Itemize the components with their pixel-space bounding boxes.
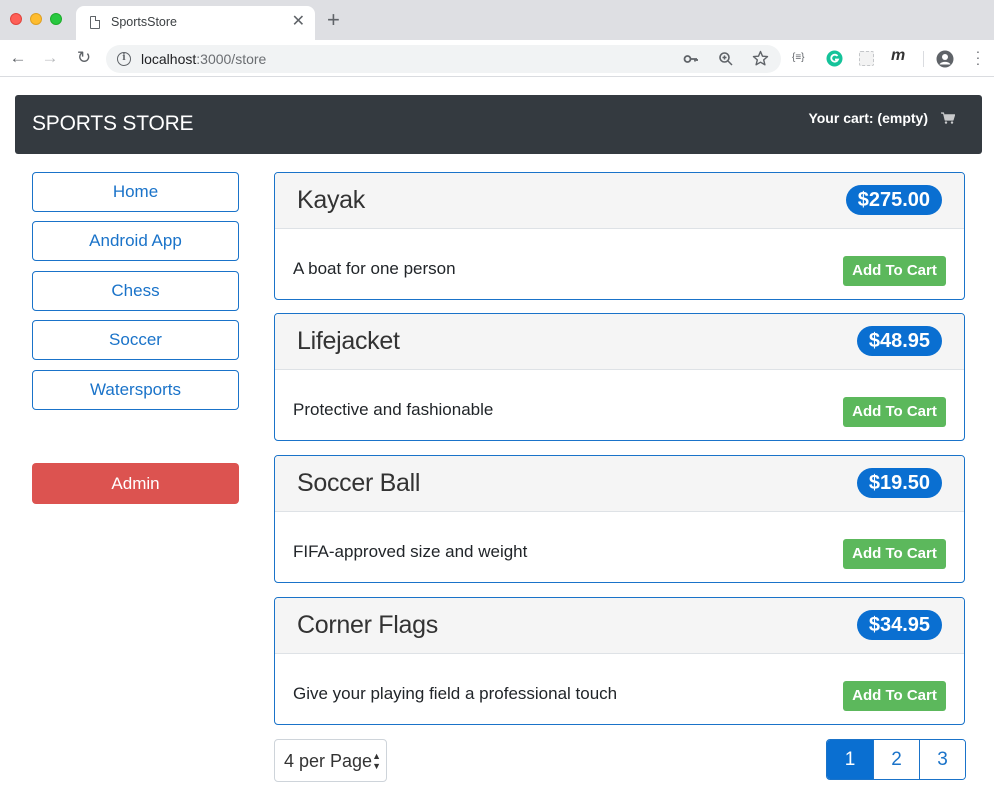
- product-card-header: Lifejacket $48.95: [275, 314, 964, 370]
- product-card: Lifejacket $48.95 Protective and fashion…: [274, 313, 965, 441]
- browser-toolbar: ← → ↻ i localhost:3000/store {≡} m · · ·: [0, 40, 994, 77]
- price-badge: $275.00: [845, 185, 942, 215]
- product-name: Kayak: [297, 186, 365, 214]
- tab-title: SportsStore: [111, 15, 178, 29]
- extension-placeholder-icon[interactable]: [859, 51, 874, 66]
- zoom-icon[interactable]: [718, 51, 734, 67]
- cart-summary[interactable]: Your cart: (empty): [808, 110, 928, 126]
- product-description: A boat for one person: [293, 259, 456, 278]
- new-tab-icon[interactable]: +: [327, 9, 340, 31]
- close-window-button[interactable]: [10, 13, 22, 25]
- product-name: Corner Flags: [297, 611, 438, 639]
- minimize-window-button[interactable]: [30, 13, 42, 25]
- star-icon[interactable]: [752, 50, 769, 67]
- product-name: Lifejacket: [297, 327, 400, 355]
- toolbar-divider: [923, 51, 924, 67]
- cart-icon[interactable]: [941, 112, 955, 124]
- select-arrows-icon: ▲ ▼: [372, 751, 381, 771]
- browser-tabstrip: SportsStore ✕ +: [0, 0, 994, 40]
- product-description: Give your playing field a professional t…: [293, 684, 618, 703]
- add-to-cart-button[interactable]: Add To Cart: [843, 539, 946, 569]
- product-card: Kayak $275.00 A boat for one person Add …: [274, 172, 965, 300]
- per-page-value: 4 per Page: [284, 751, 373, 771]
- product-card: Soccer Ball $19.50 FIFA-approved size an…: [274, 455, 965, 583]
- product-description: Protective and fashionable: [293, 400, 494, 419]
- m-extension-icon[interactable]: m: [891, 48, 905, 64]
- menu-icon[interactable]: · · ·: [974, 44, 982, 70]
- address-bar[interactable]: i localhost:3000/store: [106, 45, 781, 73]
- json-extension-icon[interactable]: {≡}: [792, 50, 805, 66]
- brand-title[interactable]: SPORTS STORE: [32, 112, 194, 136]
- info-icon[interactable]: i: [117, 52, 131, 66]
- profile-icon[interactable]: [936, 50, 954, 68]
- category-android-app-button[interactable]: Android App: [32, 221, 239, 261]
- page-2-button[interactable]: 2: [873, 740, 919, 779]
- page-1-button[interactable]: 1: [827, 740, 873, 779]
- per-page-select[interactable]: 4 per Page ▲ ▼: [274, 739, 387, 782]
- product-card-header: Kayak $275.00: [275, 173, 964, 229]
- admin-button[interactable]: Admin: [32, 463, 239, 504]
- close-tab-icon[interactable]: ✕: [292, 13, 305, 31]
- url-text: localhost:3000/store: [141, 51, 267, 67]
- add-to-cart-button[interactable]: Add To Cart: [843, 256, 946, 286]
- category-home-button[interactable]: Home: [32, 172, 239, 212]
- price-badge: $48.95: [856, 326, 942, 356]
- category-watersports-button[interactable]: Watersports: [32, 370, 239, 410]
- browser-tab[interactable]: SportsStore ✕: [76, 6, 315, 40]
- grammarly-icon[interactable]: [826, 50, 843, 67]
- product-description: FIFA-approved size and weight: [293, 542, 528, 561]
- store-navbar: SPORTS STORE Your cart: (empty): [15, 95, 982, 154]
- price-badge: $34.95: [856, 610, 942, 640]
- pagination: 1 2 3: [826, 739, 966, 780]
- reload-icon[interactable]: ↻: [73, 47, 95, 69]
- product-card: Corner Flags $34.95 Give your playing fi…: [274, 597, 965, 725]
- maximize-window-button[interactable]: [50, 13, 62, 25]
- forward-arrow-icon[interactable]: →: [39, 47, 61, 69]
- category-chess-button[interactable]: Chess: [32, 271, 239, 311]
- product-card-header: Soccer Ball $19.50: [275, 456, 964, 512]
- category-soccer-button[interactable]: Soccer: [32, 320, 239, 360]
- back-arrow-icon[interactable]: ←: [7, 47, 29, 69]
- page-3-button[interactable]: 3: [919, 740, 965, 779]
- add-to-cart-button[interactable]: Add To Cart: [843, 681, 946, 711]
- key-icon[interactable]: [683, 51, 699, 67]
- page-icon: [90, 16, 100, 29]
- price-badge: $19.50: [856, 468, 942, 498]
- product-card-header: Corner Flags $34.95: [275, 598, 964, 654]
- product-name: Soccer Ball: [297, 469, 421, 497]
- add-to-cart-button[interactable]: Add To Cart: [843, 397, 946, 427]
